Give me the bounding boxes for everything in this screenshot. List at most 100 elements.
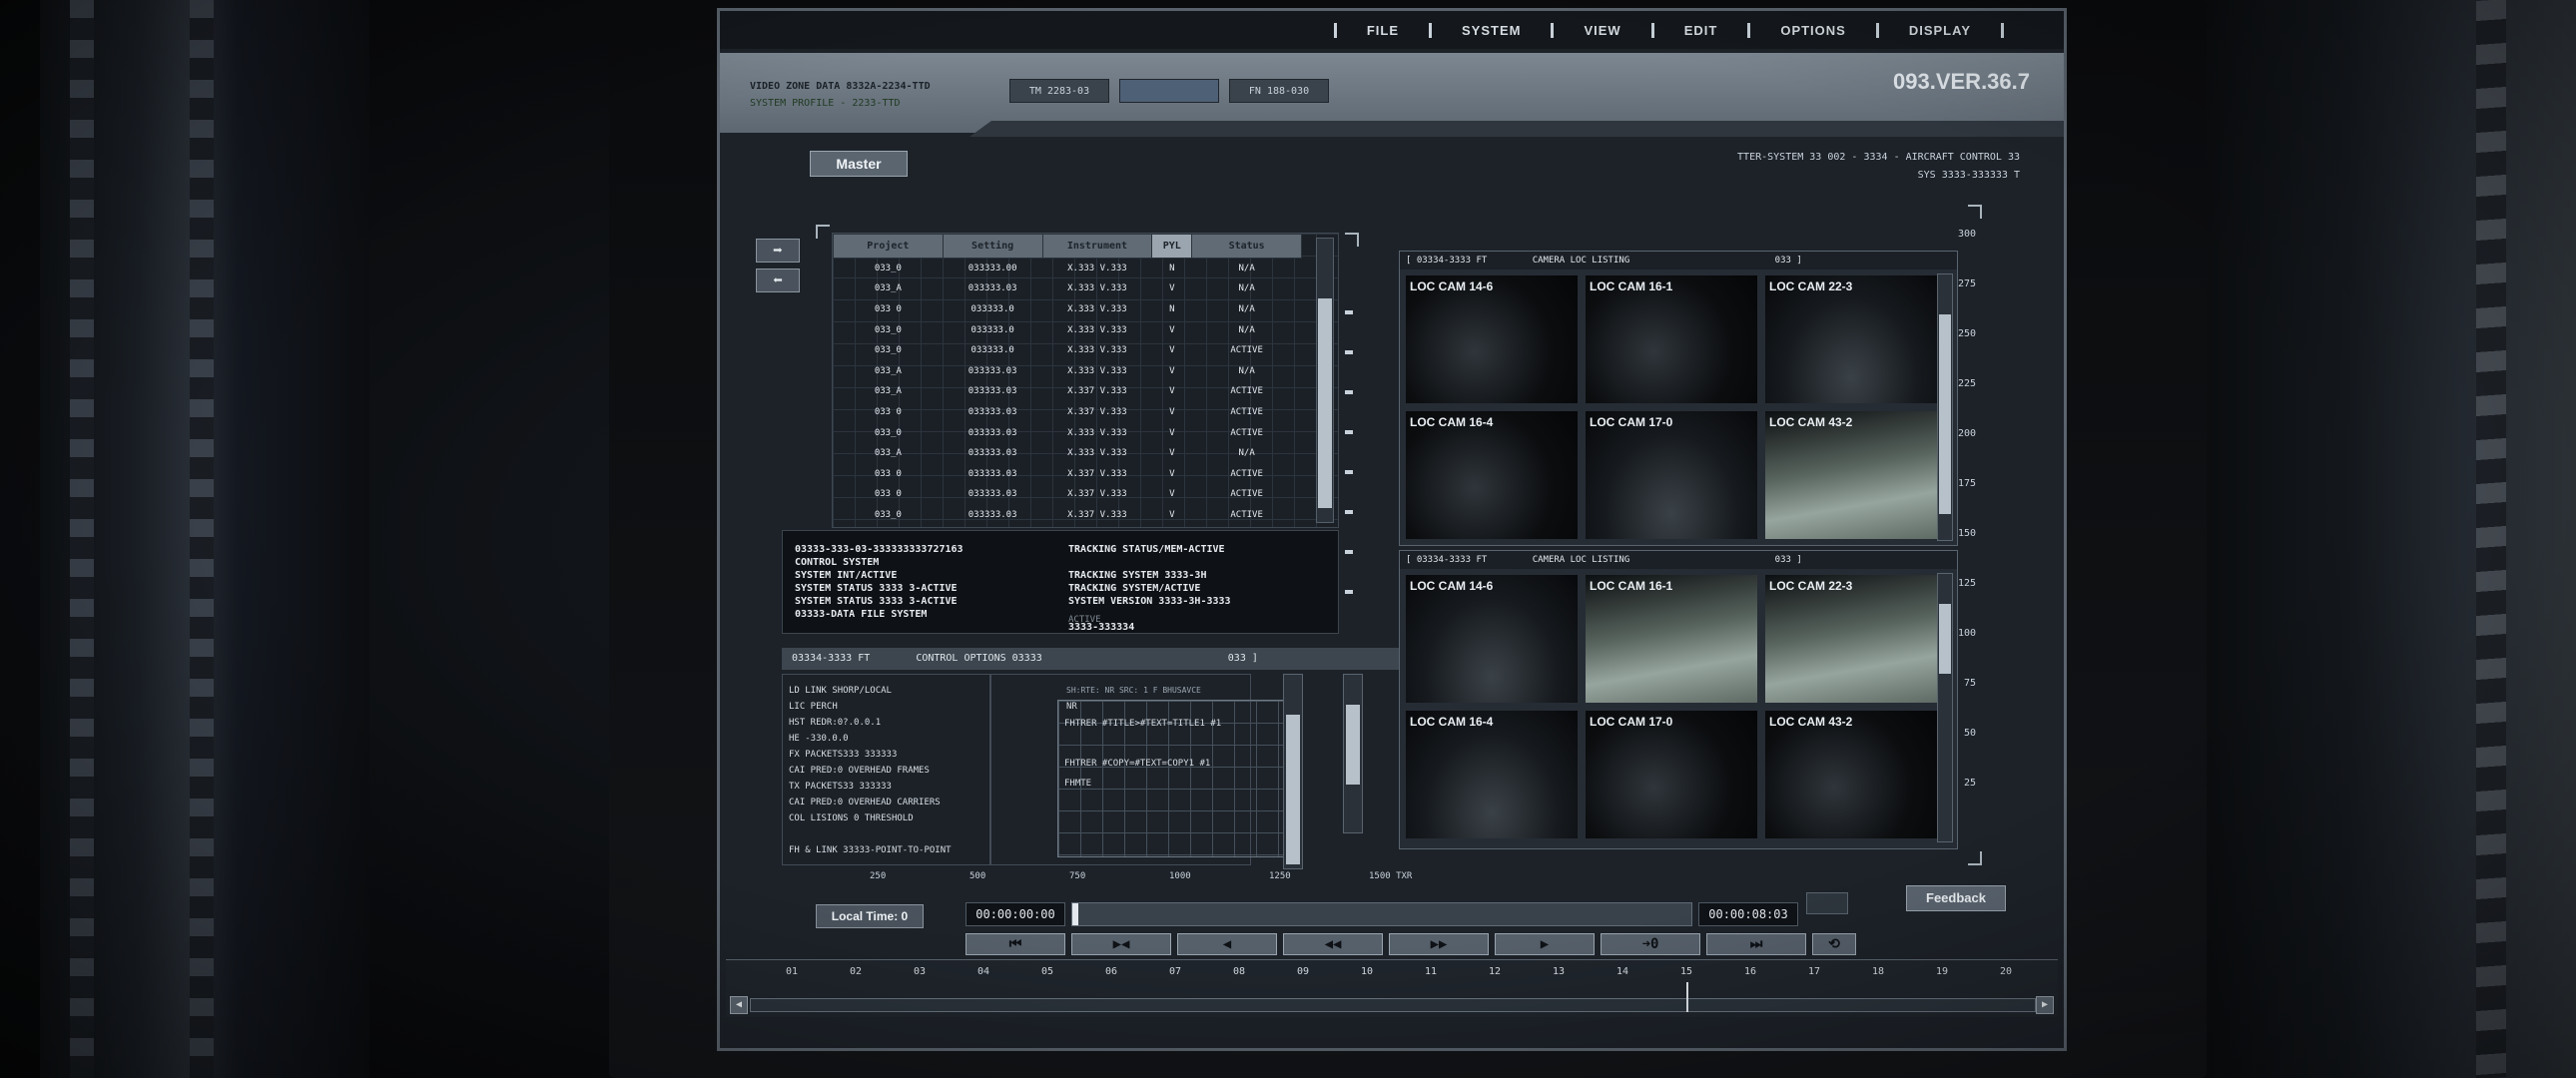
camera-feed[interactable]: LOC CAM 22-3 bbox=[1765, 575, 1937, 703]
camera-feed[interactable]: LOC CAM 17-0 bbox=[1586, 411, 1757, 539]
table-cell: X.337 V.333 bbox=[1067, 386, 1127, 397]
menu-system[interactable]: SYSTEM bbox=[1429, 22, 1551, 38]
skip-start-icon[interactable]: ⏮ bbox=[966, 933, 1065, 955]
header-profile-label: SYSTEM PROFILE - 2233-TTD bbox=[750, 98, 901, 109]
frame-icon[interactable]: ▶◀ bbox=[1071, 933, 1171, 955]
table-row[interactable]: 033_0 033333.03 X.333 V.333 V ACTIVE bbox=[834, 422, 1302, 443]
table-cell: 033_0 bbox=[874, 345, 902, 356]
camera-feed[interactable]: LOC CAM 43-2 bbox=[1765, 411, 1937, 539]
timeline-track[interactable] bbox=[750, 998, 2036, 1012]
column-header-setting[interactable]: Setting bbox=[942, 234, 1043, 259]
header-field-tm[interactable]: TM 2283-03 bbox=[1009, 79, 1109, 103]
table-row[interactable]: 033 0 033333.0 X.333 V.333 N N/A bbox=[834, 299, 1302, 320]
camera-feed[interactable]: LOC CAM 43-2 bbox=[1765, 711, 1937, 838]
table-row[interactable]: 033_0 033333.00 X.333 V.333 N N/A bbox=[834, 259, 1302, 279]
status-overlay-panel: 03333-333-03-333333333727163 CONTROL SYST… bbox=[782, 530, 1339, 634]
camera-panel-1: [ 03334-3333 FT CAMERA LOC LISTING 033 ]… bbox=[1399, 251, 1958, 546]
camera-panel-scrollbar[interactable] bbox=[1937, 273, 1953, 541]
column-header-project[interactable]: Project bbox=[833, 234, 944, 259]
goto-zero-icon[interactable]: ➜0 bbox=[1601, 933, 1700, 955]
header-field-fn[interactable]: FN 188-030 bbox=[1229, 79, 1329, 103]
column-header-instrument[interactable]: Instrument bbox=[1041, 234, 1153, 259]
skip-end-icon[interactable]: ⏭ bbox=[1706, 933, 1806, 955]
table-row[interactable]: 033_A 033333.03 X.333 V.333 V N/A bbox=[834, 360, 1302, 381]
text-line bbox=[1064, 734, 1221, 754]
axis-tick-label: 1000 bbox=[1169, 871, 1191, 881]
table-cell: 033333.03 bbox=[967, 427, 1017, 438]
camera-label: LOC CAM 17-0 bbox=[1590, 715, 1673, 729]
camera-feed[interactable]: LOC CAM 14-6 bbox=[1406, 275, 1578, 403]
header-zone-label: VIDEO ZONE DATA 8332A-2234-TTD bbox=[750, 81, 931, 92]
fast-forward-icon[interactable]: ▶▶ bbox=[1389, 933, 1489, 955]
timeline[interactable]: ◀ ▶ 01 02 03 04 05 06 07 08 09 10 11 12 13 14 15 16 17 18… bbox=[726, 959, 2058, 1017]
camera-feed[interactable]: LOC CAM 16-4 bbox=[1406, 411, 1578, 539]
menu-options[interactable]: OPTIONS bbox=[1747, 22, 1876, 38]
camera-panel-2: [ 03334-3333 FT CAMERA LOC LISTING 033 ]… bbox=[1399, 550, 1958, 849]
control-side-scroll-thumb[interactable] bbox=[1346, 705, 1360, 785]
frame-bracket bbox=[816, 225, 830, 239]
camera-feed[interactable]: LOC CAM 14-6 bbox=[1406, 575, 1578, 703]
feedback-button[interactable]: Feedback bbox=[1906, 885, 2006, 911]
nav-back-arrow-icon[interactable]: ⬅ bbox=[756, 269, 800, 292]
table-row[interactable]: 033 0 033333.03 X.337 V.333 V ACTIVE bbox=[834, 484, 1302, 505]
control-right-top: SH:RTE: NR SRC: 1 F BHUSAVCE bbox=[1066, 686, 1201, 695]
menu-file[interactable]: FILE bbox=[1333, 22, 1429, 38]
camera-feed[interactable]: LOC CAM 22-3 bbox=[1765, 275, 1937, 403]
table-row[interactable]: 033_A 033333.03 X.333 V.333 V N/A bbox=[834, 278, 1302, 299]
scrub-bar[interactable] bbox=[1071, 902, 1692, 926]
text-line: FHTRER #TITLE>#TEXT=TITLE1 #1 bbox=[1064, 719, 1222, 729]
control-scrollbar[interactable] bbox=[1283, 674, 1303, 869]
nav-forward-arrow-icon[interactable]: ➡ bbox=[756, 239, 800, 263]
camera-feed[interactable]: LOC CAM 16-4 bbox=[1406, 711, 1578, 838]
timeline-marker: 17 bbox=[1808, 966, 1821, 977]
scrub-handle[interactable] bbox=[1072, 903, 1078, 925]
table-cell: V bbox=[1169, 345, 1175, 356]
table-row[interactable]: 033_0 033333.03 X.337 V.333 V ACTIVE bbox=[834, 505, 1302, 526]
camera-feed[interactable]: LOC CAM 17-0 bbox=[1586, 711, 1757, 838]
rewind-icon[interactable]: ◀◀ bbox=[1283, 933, 1383, 955]
camera-label: LOC CAM 16-1 bbox=[1590, 279, 1673, 293]
table-cell: X.333 V.333 bbox=[1067, 283, 1127, 294]
table-cell: N/A bbox=[1238, 283, 1255, 294]
table-row[interactable]: 033 0 033333.03 X.337 V.333 V ACTIVE bbox=[834, 402, 1302, 423]
master-button[interactable]: Master bbox=[810, 151, 908, 177]
menu-display[interactable]: DISPLAY bbox=[1875, 22, 2004, 38]
menu-edit[interactable]: EDIT bbox=[1650, 22, 1748, 38]
timeline-marker: 08 bbox=[1233, 966, 1246, 977]
camera-feed[interactable]: LOC CAM 16-1 bbox=[1586, 575, 1757, 703]
table-cell: 033_0 bbox=[874, 509, 902, 520]
table-cell: 033333.03 bbox=[967, 468, 1017, 479]
local-time-label[interactable]: Local Time: 0 bbox=[816, 904, 924, 928]
table-cell: 033333.0 bbox=[970, 303, 1014, 314]
table-row[interactable]: 033 0 033333.03 X.337 V.333 V ACTIVE bbox=[834, 463, 1302, 484]
timeline-marker: 14 bbox=[1616, 966, 1629, 977]
table-row[interactable]: 033_0 033333.0 X.333 V.333 V ACTIVE bbox=[834, 340, 1302, 361]
timeline-left-arrow-icon[interactable]: ◀ bbox=[730, 996, 748, 1014]
table-scrollbar[interactable] bbox=[1316, 238, 1334, 523]
mute-icon[interactable] bbox=[1806, 892, 1848, 914]
table-cell: ACTIVE bbox=[1230, 406, 1263, 417]
camera-panel-scrollbar[interactable] bbox=[1937, 573, 1953, 842]
camera-panel-title-right: 033 ] bbox=[1774, 256, 1802, 266]
camera-scroll-thumb[interactable] bbox=[1939, 604, 1951, 674]
header-field-blank[interactable] bbox=[1119, 79, 1219, 103]
menu-view[interactable]: VIEW bbox=[1551, 22, 1650, 38]
timeline-right-arrow-icon[interactable]: ▶ bbox=[2036, 996, 2054, 1014]
play-back-icon[interactable]: ◀ bbox=[1177, 933, 1277, 955]
camera-grid: LOC CAM 14-6 LOC CAM 16-1 LOC CAM 22-3 L… bbox=[1400, 270, 1957, 545]
table-row[interactable]: 033_A 033333.03 X.337 V.333 V ACTIVE bbox=[834, 381, 1302, 402]
column-header-status[interactable]: Status bbox=[1191, 234, 1302, 259]
table-cell: N bbox=[1169, 303, 1175, 314]
control-scroll-thumb[interactable] bbox=[1286, 715, 1300, 864]
control-side-scrollbar[interactable] bbox=[1343, 674, 1363, 833]
loop-icon[interactable]: ⟲ bbox=[1812, 933, 1856, 955]
table-cell: V bbox=[1169, 324, 1175, 335]
timeline-playhead[interactable] bbox=[1686, 982, 1688, 1012]
column-header-pyl[interactable]: PYL bbox=[1151, 234, 1193, 259]
camera-feed[interactable]: LOC CAM 16-1 bbox=[1586, 275, 1757, 403]
play-icon[interactable]: ▶ bbox=[1495, 933, 1595, 955]
camera-scroll-thumb[interactable] bbox=[1939, 314, 1951, 514]
table-row[interactable]: 033_0 033333.0 X.333 V.333 V N/A bbox=[834, 319, 1302, 340]
table-row[interactable]: 033_A 033333.03 X.333 V.333 V N/A bbox=[834, 443, 1302, 464]
table-scroll-thumb[interactable] bbox=[1318, 298, 1332, 508]
